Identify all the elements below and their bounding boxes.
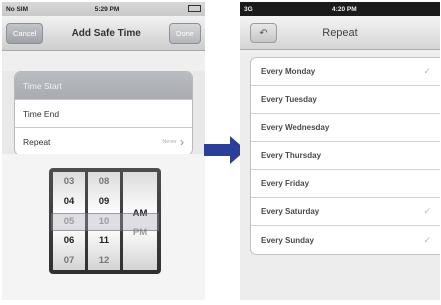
day-label: Every Wednesday (261, 123, 330, 132)
day-label: Every Friday (261, 179, 310, 188)
time-start-label: Time Start (23, 80, 62, 91)
navigation-bar: ↶ Repeat (240, 16, 440, 50)
repeat-day-row[interactable]: Every Wednesday (251, 114, 440, 142)
add-safe-time-screen: No SIM 5:29 PM Cancel Add Safe Time Done… (2, 2, 205, 300)
day-label: Every Tuesday (261, 95, 317, 104)
section-gap (2, 51, 205, 71)
day-label: Every Thursday (261, 151, 322, 160)
minute-option[interactable]: 09 (99, 194, 110, 209)
settings-table: Time Start Time End Repeat Never › (14, 71, 193, 156)
repeat-value: Never (162, 138, 177, 145)
repeat-day-row[interactable]: Every Monday ✓ (251, 58, 440, 86)
navigation-bar: Cancel Add Safe Time Done (2, 16, 205, 51)
checkmark-icon: ✓ (423, 234, 431, 245)
minute-option[interactable]: 12 (99, 253, 110, 268)
day-label: Every Saturday (261, 207, 320, 216)
time-start-row[interactable]: Time Start (15, 72, 192, 100)
repeat-day-row[interactable]: Every Sunday ✓ (251, 226, 440, 254)
clock-label: 5:29 PM (94, 5, 120, 13)
time-end-label: Time End (23, 108, 60, 119)
checkmark-icon: ✓ (423, 206, 431, 216)
hour-option[interactable]: 06 (64, 233, 75, 248)
repeat-row[interactable]: Repeat Never › (15, 128, 192, 155)
battery-icon (186, 5, 201, 13)
carrier-label: 3G (244, 5, 253, 13)
chevron-right-icon: › (180, 134, 184, 149)
repeat-day-row[interactable]: Every Saturday ✓ (251, 198, 440, 226)
repeat-days-list: Every Monday ✓ Every Tuesday Every Wedne… (250, 57, 440, 255)
carrier-label: No SIM (6, 5, 29, 13)
selection-indicator (51, 213, 159, 231)
minute-option[interactable]: 08 (99, 174, 110, 189)
time-end-row[interactable]: Time End (15, 100, 192, 128)
cancel-button[interactable]: Cancel (6, 22, 44, 44)
hour-option[interactable]: 04 (64, 194, 75, 209)
day-label: Every Sunday (261, 235, 314, 245)
repeat-day-row[interactable]: Every Thursday (251, 142, 440, 170)
time-picker[interactable]: 03 04 05 06 07 08 09 10 11 12 AM PM (49, 168, 161, 274)
page-title: Add Safe Time (71, 27, 141, 39)
hour-option[interactable]: 07 (64, 253, 75, 268)
done-button[interactable]: Done (169, 22, 201, 44)
status-bar: 3G 4:20 PM (240, 2, 440, 16)
clock-label: 4:20 PM (332, 5, 357, 13)
repeat-day-row[interactable]: Every Tuesday (251, 86, 440, 114)
checkmark-icon: ✓ (423, 66, 431, 76)
day-label: Every Monday (261, 67, 316, 76)
status-bar: No SIM 5:29 PM (2, 2, 205, 16)
minute-option[interactable]: 11 (99, 233, 109, 248)
back-arrow-icon[interactable]: ↶ (250, 23, 277, 43)
hour-option[interactable]: 03 (64, 174, 75, 189)
repeat-label: Repeat (23, 136, 51, 147)
repeat-day-row[interactable]: Every Friday (251, 170, 440, 198)
repeat-screen: 3G 4:20 PM ↶ Repeat Every Monday ✓ Every… (240, 2, 440, 300)
picker-area: 03 04 05 06 07 08 09 10 11 12 AM PM (2, 154, 205, 300)
